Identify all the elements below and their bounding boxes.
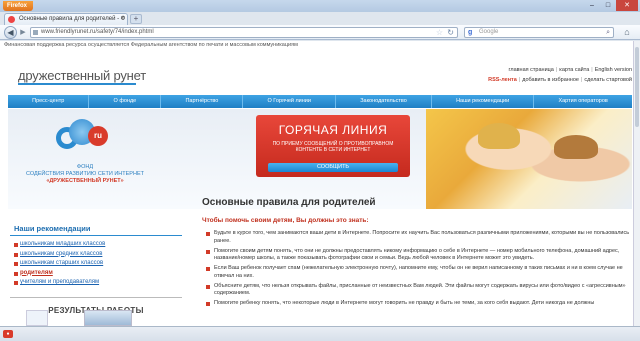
minimize-button[interactable]: – xyxy=(584,0,600,11)
url-text: www.friendlyrunet.ru/safety/74/index.pht… xyxy=(41,29,154,35)
fund-name: ФОНД СОДЕЙСТВИЯ РАЗВИТИЮ СЕТИ ИНТЕРНЕТ «… xyxy=(20,164,150,185)
search-icon[interactable]: ⌕ xyxy=(606,28,610,37)
home-icon[interactable]: ⌂ xyxy=(620,27,634,38)
hotline-subtitle: ПО ПРИЕМУ СООБЩЕНИЙ О ПРОТИВОПРАВНОМ КОН… xyxy=(272,141,394,153)
sidebar-item-junior[interactable]: школьникам младших классов xyxy=(10,240,182,250)
sidebar-item-label: школьникам младших классов xyxy=(20,241,106,247)
list-item-text: Объясните детям, что нельзя открывать фа… xyxy=(214,282,626,297)
search-placeholder: Google xyxy=(479,29,499,35)
report-button[interactable]: СООБЩИТЬ xyxy=(268,163,398,172)
funding-note: Финансовая поддержка ресурса осуществляе… xyxy=(4,42,298,48)
list-item-text: Если Ваш ребенок получает спам (нежелате… xyxy=(214,265,623,279)
site-identity-icon[interactable] xyxy=(33,30,38,35)
bullet-icon xyxy=(206,267,210,271)
sidebar-item-teachers[interactable]: учителям и преподавателям xyxy=(10,278,182,288)
site-logo[interactable]: дружественный рунет xyxy=(18,68,146,83)
web-page: Финансовая поддержка ресурса осуществляе… xyxy=(0,41,640,326)
sidebar-item-middle[interactable]: школьникам средних классов xyxy=(10,250,182,260)
article: Основные правила для родителей Чтобы пом… xyxy=(202,197,630,310)
google-icon[interactable]: g xyxy=(468,28,472,37)
page-title: Основные правила для родителей xyxy=(202,197,376,208)
sidebar-item-senior[interactable]: школьникам старших классов xyxy=(10,259,182,269)
menu-item-press[interactable]: Пресс-центр xyxy=(8,95,90,108)
menu-item-recommendations[interactable]: Наши рекомендации xyxy=(432,95,535,108)
maximize-button[interactable]: □ xyxy=(600,0,616,11)
bullet-icon xyxy=(206,284,210,289)
fund-line-1: ФОНД xyxy=(76,164,94,170)
child-hair-shape xyxy=(554,135,598,159)
bullet-icon xyxy=(206,232,210,236)
english-link[interactable]: English version xyxy=(595,67,632,73)
list-item: Помогите ребенку понять, что некоторые л… xyxy=(202,300,630,308)
tab-title: Основные правила для родителей - Ф xyxy=(19,16,126,22)
navigation-toolbar: ◀ ▶ www.friendlyrunet.ru/safety/74/index… xyxy=(0,25,640,40)
results-thumbnail[interactable] xyxy=(84,310,132,326)
sidebar-divider xyxy=(10,296,182,298)
article-intro: Чтобы помочь своим детям, Вы должны это … xyxy=(202,217,369,224)
list-item-text: Помогите ребенку понять, что некоторые л… xyxy=(214,300,595,306)
menu-item-hotline[interactable]: О Горячей линии xyxy=(243,95,337,108)
forward-arrow-icon[interactable]: ▶ xyxy=(18,28,28,37)
make-start-link[interactable]: сделать стартовой xyxy=(584,77,632,83)
bullet-icon xyxy=(14,271,18,276)
hotline-title: ГОРЯЧАЯ ЛИНИЯ xyxy=(278,123,388,137)
bullet-icon xyxy=(14,281,18,285)
logo-ru-badge: ru xyxy=(88,126,108,146)
menu-item-charter[interactable]: Хартия операторов xyxy=(534,95,632,108)
sidebar-heading: Наши рекомендации xyxy=(10,224,182,236)
list-item-text: Помогите своим детям понять, что они не … xyxy=(214,247,620,262)
list-item-text: Будьте в курсе того, чем занимаются ваши… xyxy=(214,230,630,244)
menu-item-legislation[interactable]: Законодательство xyxy=(336,95,432,108)
address-bar[interactable]: www.friendlyrunet.ru/safety/74/index.pht… xyxy=(30,27,458,38)
back-arrow-icon[interactable]: ◀ xyxy=(4,26,17,39)
header-banner: ru ФОНД СОДЕЙСТВИЯ РАЗВИТИЮ СЕТИ ИНТЕРНЕ… xyxy=(8,109,632,209)
child-hair-shape xyxy=(478,123,520,149)
results-thumbnail[interactable] xyxy=(26,310,48,326)
main-menu: Пресс-центр О фонде Партнёрство О Горяче… xyxy=(8,95,632,108)
bullet-icon xyxy=(14,252,18,257)
list-item: Объясните детям, что нельзя открывать фа… xyxy=(202,283,630,298)
status-bar: ● xyxy=(0,326,640,341)
search-input[interactable]: g Google ⌕ xyxy=(464,27,614,38)
bullet-icon xyxy=(14,243,18,247)
home-link[interactable]: главная страница xyxy=(508,67,553,73)
favorites-link[interactable]: добавить в избранное xyxy=(522,77,579,83)
vertical-scrollbar[interactable] xyxy=(633,41,640,326)
fund-line-2: СОДЕЙСТВИЯ РАЗВИТИЮ СЕТИ ИНТЕРНЕТ xyxy=(26,171,144,177)
bullet-icon xyxy=(206,249,210,254)
top-links: главная страница | карта сайта | English ver… xyxy=(488,67,632,83)
menu-item-about[interactable]: О фонде xyxy=(89,95,162,108)
sidebar: Наши рекомендации школьникам младших кла… xyxy=(10,224,182,315)
bookmark-star-icon[interactable]: ☆ xyxy=(436,28,443,37)
fund-logo[interactable]: ru xyxy=(56,119,108,159)
bullet-icon xyxy=(14,262,18,266)
new-tab-button[interactable]: + xyxy=(130,14,142,24)
addon-bar-icon[interactable]: ● xyxy=(3,330,13,338)
favicon-icon xyxy=(8,16,15,23)
logo-underline xyxy=(18,83,136,85)
sidebar-item-label: школьникам старших классов xyxy=(20,260,104,266)
list-item: Если Ваш ребенок получает спам (нежелате… xyxy=(202,265,630,280)
hotline-panel: ГОРЯЧАЯ ЛИНИЯ ПО ПРИЕМУ СООБЩЕНИЙ О ПРОТ… xyxy=(256,115,410,177)
sidebar-item-parents[interactable]: родителям xyxy=(10,269,182,279)
scrollbar-thumb[interactable] xyxy=(635,47,639,127)
window-controls: – □ ✕ xyxy=(584,0,638,11)
tab-close-icon[interactable]: × xyxy=(120,14,124,25)
close-window-button[interactable]: ✕ xyxy=(616,0,638,11)
bullet-icon xyxy=(206,302,210,306)
fund-line-3: «ДРУЖЕСТВЕННЫЙ РУНЕТ» xyxy=(46,178,124,184)
list-item: Будьте в курсе того, чем занимаются ваши… xyxy=(202,230,630,245)
rss-link[interactable]: RSS-лента xyxy=(488,77,517,83)
reload-icon[interactable]: ↻ xyxy=(447,28,454,37)
window-titlebar: Firefox – □ ✕ xyxy=(0,0,640,12)
list-item: Помогите своим детям понять, что они не … xyxy=(202,248,630,263)
sidebar-item-label: школьникам средних классов xyxy=(20,250,103,257)
sidebar-item-label: родителям xyxy=(20,269,53,276)
menu-item-partnership[interactable]: Партнёрство xyxy=(161,95,244,108)
firefox-menu-button[interactable]: Firefox xyxy=(3,1,33,11)
sitemap-link[interactable]: карта сайта xyxy=(559,67,589,73)
sidebar-item-label: учителям и преподавателям xyxy=(20,279,100,285)
children-photo xyxy=(426,109,632,209)
browser-tab[interactable]: Основные правила для родителей - Ф × xyxy=(4,13,128,25)
